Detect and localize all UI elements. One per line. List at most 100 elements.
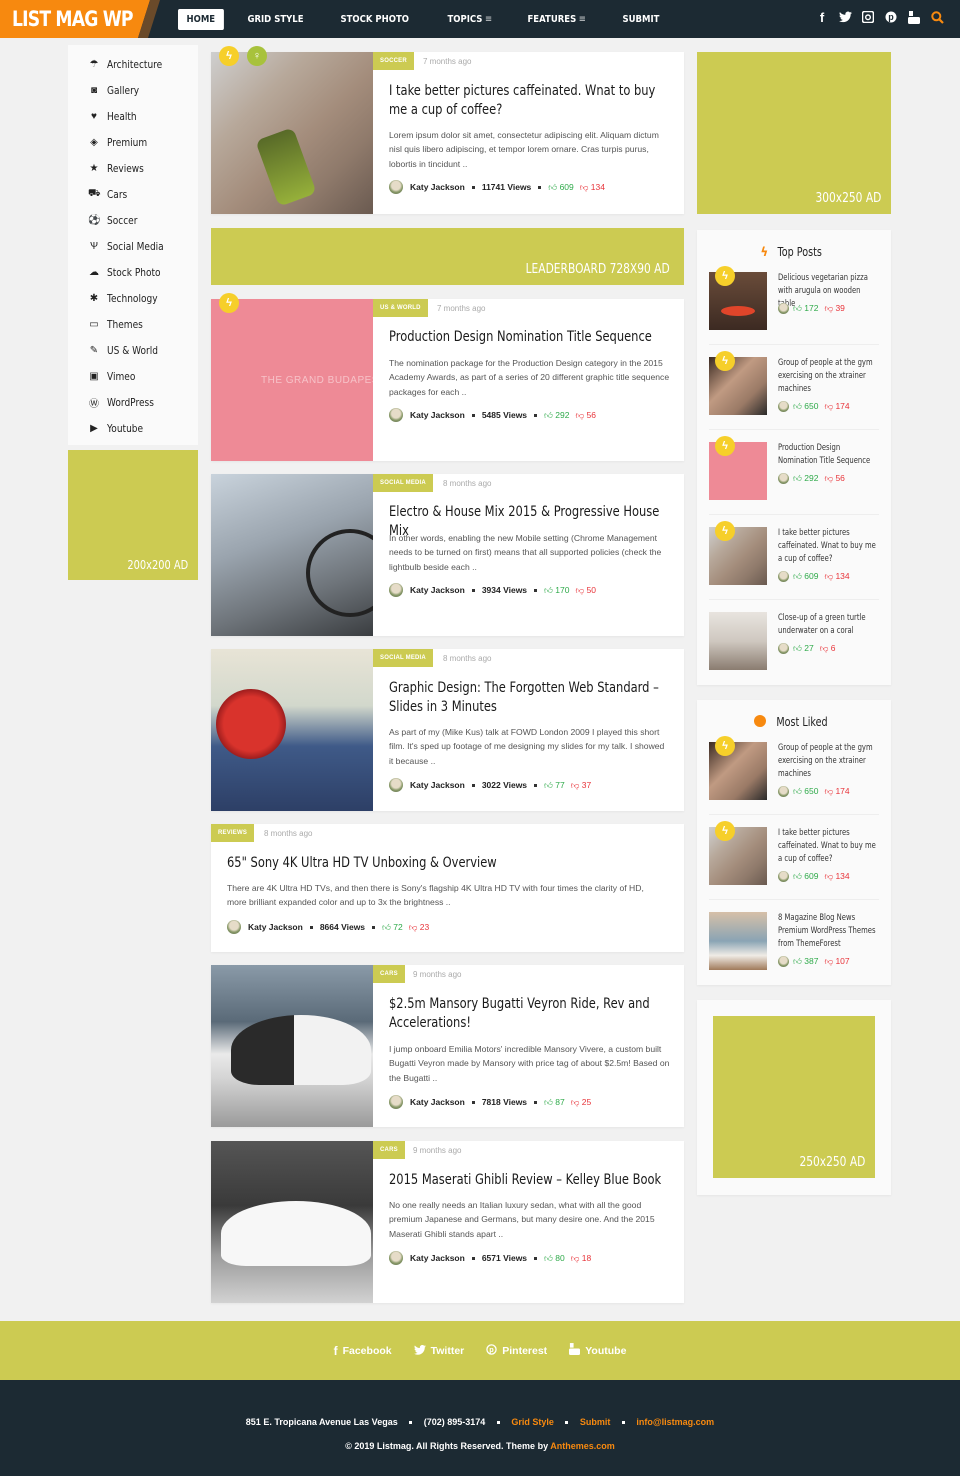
instagram-icon[interactable]: [861, 10, 875, 25]
dislike-count[interactable]: 👎︎ 56: [575, 410, 595, 421]
like-count[interactable]: 👍︎ 650: [793, 401, 818, 412]
dislike-count[interactable]: 👎︎ 56: [824, 473, 844, 484]
ad-250x250[interactable]: 250x250 AD: [713, 1016, 875, 1178]
author-name[interactable]: Katy Jackson: [248, 922, 303, 932]
category-badge[interactable]: SOCIAL MEDIA: [373, 474, 433, 492]
dislike-count[interactable]: 👎︎ 37: [571, 780, 591, 791]
dislike-count[interactable]: 👎︎ 134: [824, 571, 849, 582]
category-badge[interactable]: CARS: [373, 1141, 405, 1159]
like-count[interactable]: 👍︎ 609: [548, 182, 573, 193]
sidebar-item-premium[interactable]: ◈ Premium: [88, 134, 156, 150]
post-thumbnail[interactable]: [211, 649, 373, 811]
like-count[interactable]: 👍︎ 27: [793, 643, 814, 654]
like-count[interactable]: 👍︎ 609: [793, 871, 818, 882]
dislike-count[interactable]: 👎︎ 25: [571, 1097, 591, 1108]
like-count[interactable]: 👍︎ 170: [544, 585, 569, 596]
dislike-count[interactable]: 👎︎ 18: [571, 1253, 591, 1264]
list-item[interactable]: 8 Magazine Blog News Premium WordPress T…: [709, 912, 881, 972]
ad-leaderboard[interactable]: LEADERBOARD 728X90 AD: [211, 228, 684, 285]
pinterest-icon[interactable]: p: [884, 11, 898, 25]
sidebar-item-stock-photo[interactable]: ☁ Stock Photo: [88, 264, 172, 280]
post-thumbnail[interactable]: [211, 299, 373, 461]
sidebar-item-health[interactable]: ♥ Health: [88, 108, 143, 124]
facebook-icon[interactable]: f: [815, 11, 829, 25]
sidebar-item-vimeo[interactable]: ▣ Vimeo: [88, 368, 142, 384]
post-title[interactable]: I take better pictures caffeinated. Wnat…: [778, 827, 877, 866]
author-name[interactable]: Katy Jackson: [410, 410, 465, 420]
dislike-count[interactable]: 👎︎ 23: [409, 922, 429, 933]
nav-topics[interactable]: TOPICS ≡: [439, 9, 501, 30]
post-title[interactable]: I take better pictures caffeinated. Wnat…: [389, 82, 668, 120]
sidebar-item-themes[interactable]: ▭ Themes: [88, 316, 151, 332]
list-item[interactable]: ϟ Group of people at the gym exercising …: [709, 736, 881, 802]
youtube-icon[interactable]: [907, 11, 921, 25]
nav-stock-photo[interactable]: STOCK PHOTO: [332, 9, 418, 30]
dislike-count[interactable]: 👎︎ 6: [820, 643, 836, 654]
like-count[interactable]: 👍︎ 609: [793, 571, 818, 582]
dislike-count[interactable]: 👎︎ 174: [824, 786, 849, 797]
theme-author-link[interactable]: Anthemes.com: [550, 1441, 615, 1451]
like-count[interactable]: 👍︎ 172: [793, 303, 818, 314]
avatar[interactable]: [389, 583, 403, 597]
author-name[interactable]: Katy Jackson: [410, 780, 465, 790]
sidebar-item-architecture[interactable]: ☂ Architecture: [88, 56, 174, 72]
dislike-count[interactable]: 👎︎ 174: [824, 401, 849, 412]
like-count[interactable]: 👍︎ 650: [793, 786, 818, 797]
list-item[interactable]: ϟ Delicious vegetarian pizza with arugul…: [709, 266, 881, 332]
footer-youtube-link[interactable]: Youtube: [569, 1343, 626, 1358]
like-count[interactable]: 👍︎ 292: [793, 473, 818, 484]
sidebar-item-cars[interactable]: ⛟ Cars: [88, 186, 132, 202]
sidebar-item-gallery[interactable]: ◙ Gallery: [88, 82, 146, 98]
sidebar-item-social-media[interactable]: Ѱ Social Media: [88, 238, 176, 254]
avatar[interactable]: [227, 920, 241, 934]
ad-300x250[interactable]: 300x250 AD: [697, 52, 891, 214]
footer-twitter-link[interactable]: Twitter: [413, 1343, 464, 1358]
post-title[interactable]: 65" Sony 4K Ultra HD TV Unboxing & Overv…: [227, 854, 637, 873]
post-thumbnail[interactable]: [211, 474, 373, 636]
post-thumbnail[interactable]: [709, 612, 767, 670]
post-title[interactable]: Group of people at the gym exercising on…: [778, 357, 877, 396]
author-name[interactable]: Katy Jackson: [410, 585, 465, 595]
nav-features[interactable]: FEATURES ≡: [519, 9, 594, 30]
list-item[interactable]: Close-up of a green turtle underwater on…: [709, 612, 881, 672]
like-count[interactable]: 👍︎ 387: [793, 956, 818, 967]
search-icon[interactable]: [930, 11, 944, 25]
author-name[interactable]: Katy Jackson: [410, 1253, 465, 1263]
avatar[interactable]: [389, 408, 403, 422]
footer-grid-style-link[interactable]: Grid Style: [511, 1417, 554, 1427]
nav-grid-style[interactable]: GRID STYLE: [239, 9, 312, 30]
footer-facebook-link[interactable]: f Facebook: [334, 1343, 392, 1358]
post-thumbnail[interactable]: [211, 1141, 373, 1303]
like-count[interactable]: 👍︎ 77: [544, 780, 565, 791]
nav-home[interactable]: HOME: [178, 9, 224, 30]
dislike-count[interactable]: 👎︎ 39: [824, 303, 844, 314]
avatar[interactable]: [389, 1251, 403, 1265]
post-title[interactable]: 2015 Maserati Ghibli Review – Kelley Blu…: [389, 1171, 668, 1190]
nav-submit[interactable]: SUBMIT: [614, 9, 668, 30]
category-badge[interactable]: SOCCER: [373, 52, 414, 70]
post-title[interactable]: Close-up of a green turtle underwater on…: [778, 612, 877, 638]
sidebar-item-technology[interactable]: ✱ Technology: [88, 290, 169, 306]
author-name[interactable]: Katy Jackson: [410, 182, 465, 192]
post-title[interactable]: $2.5m Mansory Bugatti Veyron Ride, Rev a…: [389, 995, 668, 1033]
like-count[interactable]: 👍︎ 87: [544, 1097, 565, 1108]
list-item[interactable]: ϟ I take better pictures caffeinated. Wn…: [709, 821, 881, 887]
post-title[interactable]: 8 Magazine Blog News Premium WordPress T…: [778, 912, 877, 951]
dislike-count[interactable]: 👎︎ 134: [824, 871, 849, 882]
twitter-icon[interactable]: [838, 11, 852, 25]
avatar[interactable]: [389, 778, 403, 792]
post-title[interactable]: Group of people at the gym exercising on…: [778, 742, 877, 781]
category-badge[interactable]: US & WORLD: [373, 299, 428, 317]
list-item[interactable]: ϟ Production Design Nomination Title Seq…: [709, 436, 881, 502]
ad-200x200[interactable]: 200x200 AD: [68, 450, 198, 580]
avatar[interactable]: [389, 1095, 403, 1109]
footer-pinterest-link[interactable]: p Pinterest: [486, 1343, 547, 1358]
logo-text[interactable]: LIST MAG WP: [12, 7, 134, 31]
list-item[interactable]: ϟ I take better pictures caffeinated. Wn…: [709, 521, 881, 587]
footer-submit-link[interactable]: Submit: [580, 1417, 611, 1427]
post-thumbnail[interactable]: [709, 912, 767, 970]
category-badge[interactable]: SOCIAL MEDIA: [373, 649, 433, 667]
post-title[interactable]: Graphic Design: The Forgotten Web Standa…: [389, 679, 668, 717]
avatar[interactable]: [389, 180, 403, 194]
category-badge[interactable]: REVIEWS: [211, 824, 255, 842]
